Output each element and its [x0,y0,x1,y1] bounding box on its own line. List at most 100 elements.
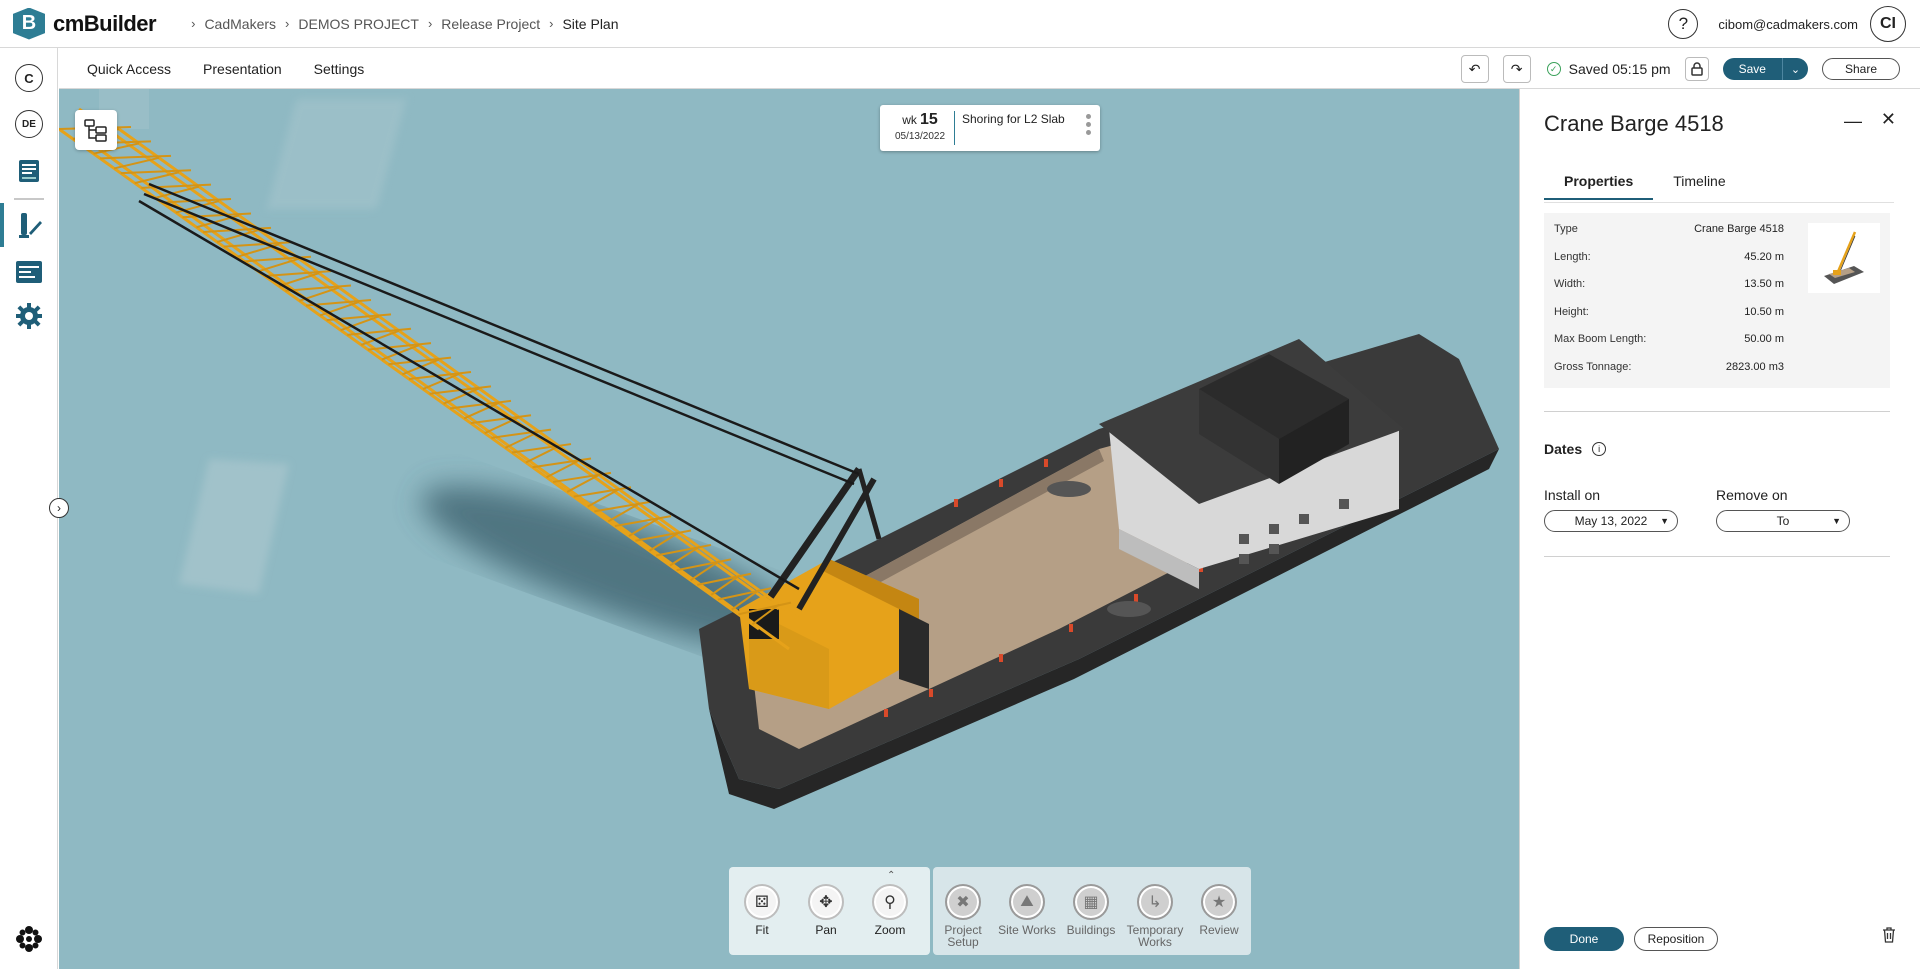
lock-icon[interactable] [1684,57,1709,81]
category-panel: ✖ Project Setup ⛰ Site Works ▦ Buildings… [933,867,1251,955]
property-key: Gross Tonnage: [1554,361,1632,373]
property-value: 50.00 m [1744,333,1784,345]
crane-icon: ↳ [1137,884,1173,920]
buildings-button[interactable]: ▦ Buildings [1061,884,1121,936]
logo-letter: B [21,12,37,34]
scene-tree-button[interactable] [75,110,117,150]
install-date-value: May 13, 2022 [1574,514,1648,528]
tools-icon: ✖ [945,884,981,920]
install-on-label: Install on [1544,487,1601,503]
company-switcher[interactable]: C [11,60,47,96]
toolbar-actions: ↶ ↷ ✓ Saved 05:15 pm Save ⌄ Share [1447,55,1900,83]
company-initial: C [15,64,43,92]
property-value: 45.20 m [1744,251,1784,263]
avatar[interactable]: CI [1870,6,1906,42]
undo-icon[interactable]: ↶ [1460,55,1489,83]
help-icon[interactable]: ? [1668,9,1699,39]
redo-icon[interactable]: ↷ [1502,55,1531,83]
minimize-icon[interactable]: — [1844,111,1862,132]
properties-table: Type Crane Barge 4518 Length: 45.20 m Widt… [1544,213,1890,388]
menu-settings[interactable]: Settings [310,61,369,77]
project-setup-label: Project Setup [944,923,982,949]
document-icon[interactable] [11,153,47,189]
info-icon[interactable]: i [1592,442,1607,456]
install-date-select[interactable]: May 13, 2022 ▼ [1544,510,1678,532]
week-date: 05/13/2022 [894,131,946,142]
menu-presentation[interactable]: Presentation [199,61,286,77]
view-tools-panel: ⌃ ⚄ Fit ✥ Pan ⚲ Zoom [729,867,930,955]
save-button[interactable]: Save [1722,58,1782,80]
user-email[interactable]: cibom@cadmakers.com [1718,17,1858,32]
model-thumbnail [1808,223,1880,293]
trash-icon[interactable] [1882,927,1896,948]
app-logo[interactable]: B [13,7,45,40]
top-bar: B cmBuilder › CadMakers › DEMOS PROJECT … [0,0,1920,48]
building-icon: ▦ [1073,884,1109,920]
site-works-button[interactable]: ⛰ Site Works [997,884,1057,936]
property-row-width: Width: 13.50 m [1554,278,1784,290]
breadcrumb-item-project[interactable]: DEMOS PROJECT [298,16,419,32]
chevron-up-icon[interactable]: ⌃ [887,870,895,881]
schedule-icon[interactable] [11,253,47,289]
property-key: Height: [1554,306,1589,318]
pan-icon: ✥ [808,884,844,920]
remove-on-label: Remove on [1716,487,1788,503]
property-value: 13.50 m [1744,278,1784,290]
tab-properties[interactable]: Properties [1544,173,1654,200]
property-key: Width: [1554,278,1586,290]
reposition-button[interactable]: Reposition [1634,927,1718,951]
chevron-down-icon[interactable]: ⌄ [1781,58,1808,80]
property-value: 10.50 m [1744,306,1784,318]
chevron-right-icon: › [285,16,290,31]
fit-button[interactable]: ⚄ Fit [732,884,792,936]
property-row-gross-tonnage: Gross Tonnage: 2823.00 m3 [1554,361,1784,373]
pan-button[interactable]: ✥ Pan [796,884,856,936]
brand-name: cmBuilder [53,10,157,36]
saved-text: Saved 05:15 pm [1568,61,1671,77]
divider [954,111,955,145]
expand-sidebar-button[interactable]: › [49,498,69,518]
gear-icon[interactable] [11,298,47,334]
breadcrumb-item-company[interactable]: CadMakers [204,16,276,32]
menu-quick-access[interactable]: Quick Access [83,61,175,77]
schedule-card[interactable]: wk 15 05/13/2022 Shoring for L2 Slab [880,105,1100,151]
temporary-works-label: Temporary Works [1126,923,1184,949]
user-switcher[interactable]: DE [11,106,47,142]
review-label: Review [1199,923,1239,937]
site-plan-edit-icon[interactable] [11,208,47,244]
save-status: ✓ Saved 05:15 pm [1546,61,1671,77]
remove-date-value: To [1776,514,1790,528]
remove-date-select[interactable]: To ▼ [1716,510,1850,532]
crane-barge-scene[interactable] [59,89,1519,969]
dates-heading-label: Dates [1544,441,1583,457]
section-divider [1544,556,1890,557]
more-options-icon[interactable] [1086,114,1091,138]
dates-heading: Dates i [1544,441,1607,457]
review-button[interactable]: ★ Review [1189,884,1249,936]
check-circle-icon: ✓ [1546,62,1561,76]
week-indicator: wk 15 05/13/2022 [888,111,952,142]
breadcrumb-item-current: Site Plan [562,15,619,32]
review-icon: ★ [1201,884,1237,920]
tab-timeline[interactable]: Timeline [1653,173,1745,200]
done-button[interactable]: Done [1544,927,1624,951]
property-value: Crane Barge 4518 [1694,223,1784,235]
breadcrumb-item-release[interactable]: Release Project [441,16,540,32]
share-button[interactable]: Share [1821,58,1900,80]
active-indicator [0,203,4,247]
chevron-right-icon: › [191,16,196,31]
zoom-icon: ⚲ [872,884,908,920]
3d-viewport[interactable]: wk 15 05/13/2022 Shoring for L2 Slab ⌃ ⚄ … [59,89,1519,969]
property-row-type: Type Crane Barge 4518 [1554,223,1784,235]
apps-icon[interactable] [11,921,47,957]
buildings-label: Buildings [1066,923,1116,937]
property-key: Length: [1554,251,1591,263]
temporary-works-button[interactable]: ↳ Temporary Works [1125,884,1185,948]
property-row-height: Height: 10.50 m [1554,306,1784,318]
section-divider [1544,411,1890,412]
project-setup-button[interactable]: ✖ Project Setup [933,884,993,948]
zoom-button[interactable]: ⚲ Zoom [860,884,920,936]
close-icon[interactable]: ✕ [1881,109,1896,130]
property-row-boom-length: Max Boom Length: 50.00 m [1554,333,1784,345]
hierarchy-icon [84,119,107,142]
